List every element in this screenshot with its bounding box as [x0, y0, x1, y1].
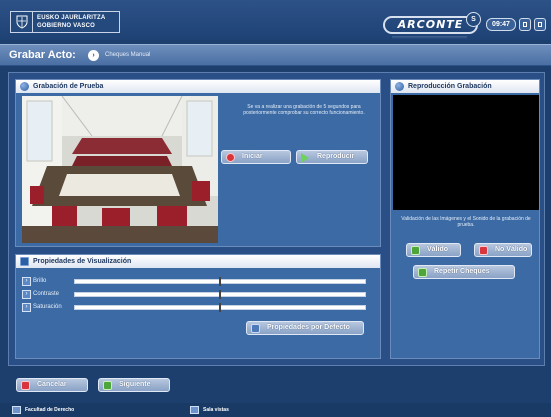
- building-icon: [12, 406, 21, 414]
- play-recording-label: Reproducir: [317, 153, 355, 160]
- test-recording-info: Se va a realizar una grabación de 5 segu…: [243, 104, 365, 116]
- camera-preview: [22, 96, 218, 243]
- status-bar: Facultad de Derecho Sala vistas: [0, 403, 551, 417]
- properties-icon: [20, 257, 29, 266]
- room-text: Sala vistas: [203, 407, 229, 413]
- grid-icon: [251, 324, 260, 333]
- cancel-button[interactable]: Cancelar: [16, 378, 88, 392]
- saturation-slider[interactable]: [74, 303, 366, 312]
- play-icon: [301, 153, 309, 163]
- default-properties-label: Propiedades por Defecto: [267, 324, 350, 331]
- brightness-slider-thumb[interactable]: [219, 277, 221, 286]
- saturation-row: › Saturación: [22, 303, 372, 312]
- page-title: Grabar Acto:: [9, 49, 76, 61]
- location-status: Facultad de Derecho: [12, 406, 74, 414]
- start-recording-label: Iniciar: [242, 153, 263, 160]
- next-button[interactable]: Siguiente: [98, 378, 170, 392]
- brightness-row: › Brillo: [22, 277, 372, 286]
- invalid-button[interactable]: No Válido: [474, 243, 532, 257]
- brand-superscript: S: [466, 12, 481, 27]
- saturation-label: Saturación: [33, 304, 62, 310]
- record-icon: [395, 82, 404, 91]
- arrow-right-circle-icon: ›: [88, 50, 99, 61]
- brightness-label: Brillo: [33, 278, 47, 284]
- playback-video: [393, 95, 539, 210]
- courtroom-camera-image: [22, 96, 218, 243]
- clock-display: 09:47: [486, 18, 516, 31]
- test-recording-panel: Grabación de Prueba Se va a realizar una…: [15, 79, 381, 247]
- cross-icon: [479, 246, 488, 255]
- display-properties-title: Propiedades de Visualización: [33, 258, 132, 265]
- invalid-label: No Válido: [495, 246, 528, 253]
- location-text: Facultad de Derecho: [25, 407, 75, 413]
- arconte-brand-logo: ARCONTE: [383, 16, 478, 34]
- top-bar: EUSKO JAURLARITZA GOBIERNO VASCO ARCONTE…: [0, 0, 551, 40]
- minimize-window-button[interactable]: [519, 18, 531, 31]
- brightness-icon: ›: [22, 277, 31, 286]
- cancel-icon: [21, 381, 30, 390]
- main-content: Grabación de Prueba Se va a realizar una…: [8, 72, 545, 366]
- test-recording-title: Grabación de Prueba: [33, 83, 104, 90]
- start-recording-button[interactable]: Iniciar: [221, 150, 291, 164]
- room-icon: [190, 406, 199, 414]
- display-properties-header: Propiedades de Visualización: [16, 255, 380, 268]
- action-title-bar: Grabar Acto: › Cheques Manual: [0, 44, 551, 66]
- coat-of-arms-icon: [11, 12, 33, 32]
- playback-header: Reproducción Grabación: [391, 80, 539, 93]
- brightness-slider[interactable]: [74, 277, 366, 286]
- next-label: Siguiente: [119, 381, 151, 388]
- playback-panel: Reproducción Grabación Validación de las…: [390, 79, 540, 359]
- next-icon: [103, 381, 112, 390]
- play-recording-button[interactable]: Reproducir: [296, 150, 368, 164]
- window-icon: [538, 22, 542, 27]
- room-status: Sala vistas: [190, 406, 229, 414]
- saturation-slider-thumb[interactable]: [219, 303, 221, 312]
- repeat-checks-label: Repetir Cheques: [434, 268, 490, 275]
- record-dot-icon: [226, 153, 235, 162]
- contrast-slider[interactable]: [74, 290, 366, 299]
- logo-line-1: EUSKO JAURLARITZA: [37, 15, 106, 21]
- display-properties-panel: Propiedades de Visualización › Brillo › …: [15, 254, 381, 359]
- window-icon: [523, 22, 527, 27]
- repeat-checks-button[interactable]: Repetir Cheques: [413, 265, 515, 279]
- test-recording-header: Grabación de Prueba: [16, 80, 380, 93]
- contrast-slider-thumb[interactable]: [219, 290, 221, 299]
- contrast-icon: ›: [22, 290, 31, 299]
- playback-title: Reproducción Grabación: [408, 83, 492, 90]
- brand-reflection: [392, 36, 467, 39]
- playback-info: Validación de las Imágenes y el Sonido d…: [401, 216, 531, 228]
- default-properties-button[interactable]: Propiedades por Defecto: [246, 321, 364, 335]
- bottom-action-bar: Cancelar Siguiente: [0, 370, 551, 402]
- valid-label: Válido: [427, 246, 449, 253]
- close-window-button[interactable]: [534, 18, 546, 31]
- record-icon: [20, 82, 29, 91]
- contrast-label: Contraste: [33, 291, 60, 297]
- logo-line-2: GOBIERNO VASCO: [37, 23, 96, 29]
- valid-button[interactable]: Válido: [406, 243, 461, 257]
- repeat-icon: [418, 268, 427, 277]
- breadcrumb: Cheques Manual: [105, 52, 151, 58]
- check-icon: [411, 246, 420, 255]
- saturation-icon: ›: [22, 303, 31, 312]
- contrast-row: › Contraste: [22, 290, 372, 299]
- gobierno-vasco-logo: EUSKO JAURLARITZA GOBIERNO VASCO: [10, 11, 120, 33]
- cancel-label: Cancelar: [37, 381, 67, 388]
